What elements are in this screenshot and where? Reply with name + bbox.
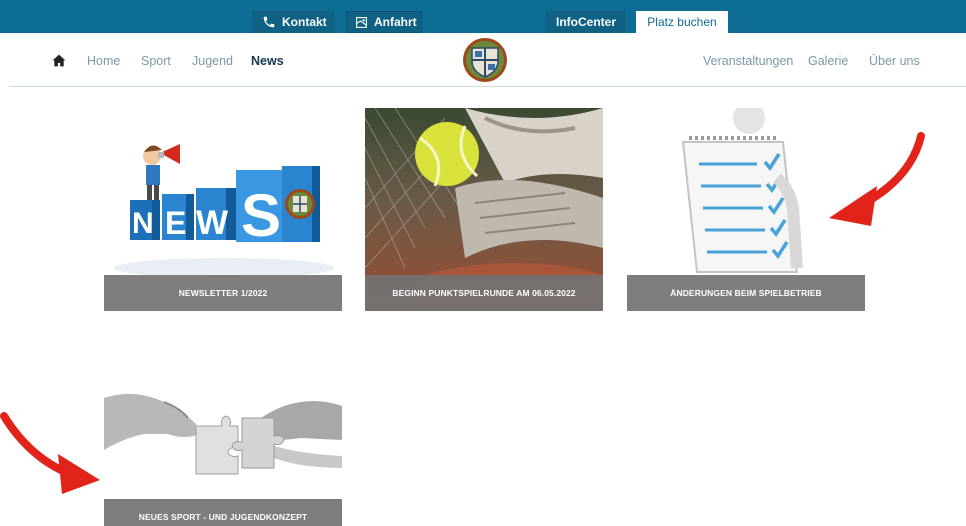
news-letter-n: N [132,207,154,240]
nav-galerie[interactable]: Galerie [808,54,848,68]
nav-divider [10,86,966,87]
main-nav: Home Sport Jugend News Veranstaltungen G… [0,33,966,87]
home-icon-button[interactable] [50,51,68,69]
news-letter-e: E [165,205,186,241]
anfahrt-button[interactable]: Anfahrt [346,11,422,33]
page: Kontakt Anfahrt InfoCenter Platz buchen … [0,0,966,526]
news-letter-w: W [196,204,229,242]
nav-news[interactable]: News [251,54,284,68]
nav-home[interactable]: Home [87,54,120,68]
news-card-konzept[interactable]: NEUES SPORT - UND JUGENDKONZEPT [104,378,342,526]
platz-buchen-label: Platz buchen [647,15,717,29]
kontakt-button[interactable]: Kontakt [252,11,334,33]
nav-veranstaltungen[interactable]: Veranstaltungen [703,54,793,68]
red-arrow-icon [829,132,925,226]
home-icon [52,54,66,66]
news-card-newsletter[interactable]: N E W S NEWSLETTER 1/2022 [104,108,342,311]
nav-jugend[interactable]: Jugend [192,54,233,68]
card-title[interactable]: NEUES SPORT - UND JUGENDKONZEPT [104,499,342,526]
card-title[interactable]: BEGINN PUNKTSPIELRUNDE AM 06.05.2022 [365,275,603,311]
news-letter-s: S [241,182,281,249]
card-title[interactable]: NEWSLETTER 1/2022 [104,275,342,311]
platz-buchen-button[interactable]: Platz buchen [636,11,728,33]
anfahrt-label: Anfahrt [374,15,417,29]
card-title[interactable]: ÄNDERUNGEN BEIM SPIELBETRIEB [627,275,865,311]
infocenter-button[interactable]: InfoCenter [546,11,626,33]
news-card-punktspielrunde[interactable]: BEGINN PUNKTSPIELRUNDE AM 06.05.2022 [365,108,603,311]
kontakt-label: Kontakt [282,15,327,29]
top-bar: Kontakt Anfahrt InfoCenter Platz buchen [0,0,966,33]
red-arrow-icon [0,412,100,494]
nav-sport[interactable]: Sport [141,54,171,68]
nav-ueber-uns[interactable]: Über uns [869,54,920,68]
map-icon [355,16,368,29]
club-logo[interactable] [462,37,508,83]
phone-icon [262,15,276,29]
infocenter-label: InfoCenter [556,15,616,29]
